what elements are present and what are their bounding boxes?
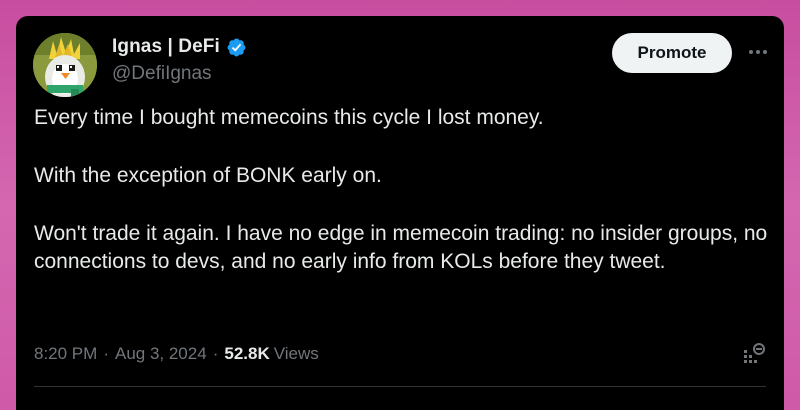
analytics-icon[interactable] — [742, 342, 766, 366]
more-horizontal-icon[interactable] — [746, 40, 770, 64]
tweet-card: Ignas | DeFi @DefiIgnas Promote Every ti… — [16, 16, 784, 410]
tweet-date[interactable]: Aug 3, 2024 — [115, 344, 207, 364]
views-count: 52.8K — [224, 344, 270, 363]
views-label: Views — [273, 344, 319, 363]
tweet-text: Every time I bought memecoins this cycle… — [34, 104, 774, 276]
author-block: Ignas | DeFi @DefiIgnas — [112, 36, 247, 85]
penguin-avatar-icon — [33, 33, 97, 97]
tweet-paragraph: With the exception of BONK early on. — [34, 164, 382, 187]
meta-separator: · — [103, 344, 109, 363]
tweet-meta: 8:20 PM · Aug 3, 2024 · 52.8K Views — [34, 344, 319, 364]
tweet-paragraph: Won't trade it again. I have no edge in … — [34, 222, 768, 273]
avatar[interactable] — [33, 33, 97, 97]
author-handle[interactable]: @DefiIgnas — [112, 63, 247, 85]
author-name-row: Ignas | DeFi — [112, 36, 247, 58]
verified-badge-icon[interactable] — [226, 37, 247, 58]
tweet-time[interactable]: 8:20 PM — [34, 344, 97, 364]
meta-separator: · — [212, 344, 219, 363]
author-display-name[interactable]: Ignas | DeFi — [112, 36, 220, 58]
divider — [34, 386, 766, 387]
promote-button[interactable]: Promote — [612, 33, 732, 73]
tweet-paragraph: Every time I bought memecoins this cycle… — [34, 106, 544, 129]
